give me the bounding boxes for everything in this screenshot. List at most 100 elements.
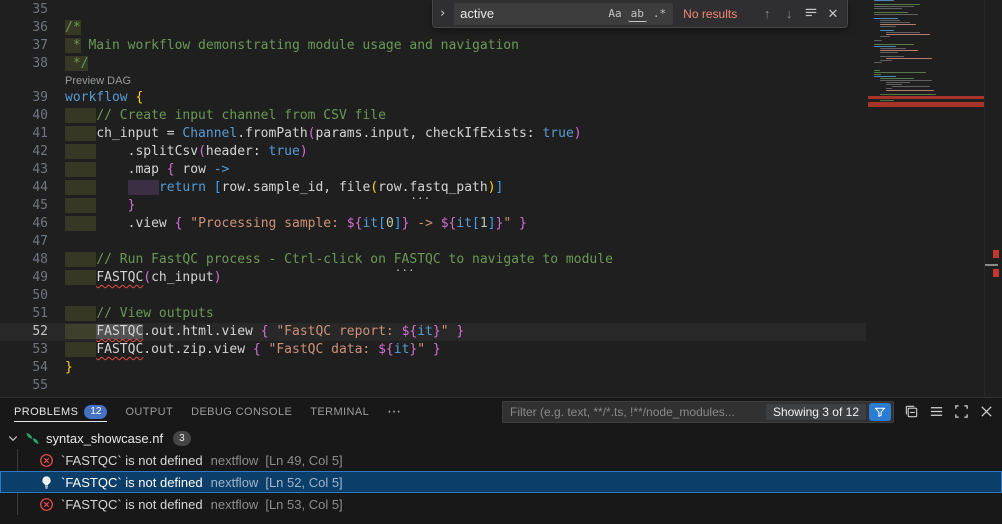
- minimap-error-line: [868, 102, 984, 107]
- code-line-50[interactable]: 50: [0, 287, 866, 305]
- line-number: 44: [0, 179, 48, 197]
- line-number: 50: [0, 287, 48, 305]
- panel-header: PROBLEMS12OUTPUTDEBUG CONSOLETERMINAL ⋯ …: [0, 398, 1002, 425]
- problem-message: `FASTQC` is not defined: [61, 475, 203, 490]
- code-line-51[interactable]: 51 // View outputs: [0, 305, 866, 323]
- minimap[interactable]: [868, 0, 984, 397]
- minimap-line: [880, 60, 892, 61]
- code-line-52[interactable]: 52 FASTQC.out.html.view { "FastQC report…: [0, 323, 866, 341]
- code-line-48[interactable]: 48 // Run FastQC process - Ctrl-click on…: [0, 251, 866, 269]
- code-line-39[interactable]: 39workflow {: [0, 89, 866, 107]
- lightbulb-icon: [39, 475, 54, 490]
- problems-tree: syntax_showcase.nf3`FASTQC` is not defin…: [0, 427, 1002, 515]
- code-text: ch_input = Channel.fromPath(params.input…: [65, 125, 582, 143]
- next-match-icon[interactable]: ↓: [781, 6, 797, 21]
- minimap-line: [886, 34, 930, 35]
- code-line-43[interactable]: 43 .map { row ->: [0, 161, 866, 179]
- minimap-line: [874, 40, 882, 41]
- find-results-status: No results: [683, 7, 753, 21]
- line-number: 36: [0, 19, 48, 37]
- minimap-error-line: [868, 96, 984, 99]
- problem-message: `FASTQC` is not defined: [61, 453, 203, 468]
- line-number: 48: [0, 251, 48, 269]
- line-number: 54: [0, 359, 48, 377]
- previous-match-icon[interactable]: ↑: [759, 6, 775, 21]
- code-text: .map { row ->: [65, 161, 229, 179]
- error-marker: [993, 250, 999, 258]
- find-input[interactable]: [460, 6, 602, 21]
- chevron-down-icon[interactable]: [7, 432, 19, 444]
- code-line-38[interactable]: 38 */: [0, 55, 866, 73]
- line-number: 43: [0, 161, 48, 179]
- code-text: .splitCsv(header: true): [65, 143, 308, 161]
- minimap-line: [874, 8, 902, 9]
- code-text: // View outputs: [65, 305, 214, 323]
- minimap-line: [892, 86, 930, 87]
- code-text: * Main workflow demonstrating module usa…: [65, 37, 519, 55]
- file-name: syntax_showcase.nf: [46, 431, 163, 446]
- tab-problems[interactable]: PROBLEMS12: [14, 398, 107, 425]
- close-panel-icon[interactable]: [978, 404, 994, 420]
- view-as-table-icon[interactable]: [928, 404, 944, 420]
- minimap-line: [886, 90, 934, 91]
- tab-output[interactable]: OUTPUT: [125, 398, 173, 425]
- problem-source: nextflow: [211, 475, 259, 490]
- problem-row[interactable]: `FASTQC` is not definednextflow[Ln 52, C…: [0, 471, 1002, 493]
- regex-icon[interactable]: .*: [650, 6, 669, 21]
- problem-location: [Ln 49, Col 5]: [265, 453, 342, 468]
- problem-message: `FASTQC` is not defined: [61, 497, 203, 512]
- line-number: 41: [0, 125, 48, 143]
- line-number: 49: [0, 269, 48, 287]
- close-find-icon[interactable]: ✕: [825, 6, 841, 22]
- problem-row[interactable]: `FASTQC` is not definednextflow[Ln 49, C…: [0, 449, 1002, 471]
- code-line-45[interactable]: 45 }: [0, 197, 866, 215]
- code-text: // Create input channel from CSV file: [65, 107, 386, 125]
- problems-filter-input[interactable]: [510, 405, 766, 419]
- minimap-line: [880, 36, 890, 37]
- code-text: */: [65, 55, 88, 73]
- code-text: FASTQC.out.zip.view { "FastQC data: ${it…: [65, 341, 441, 359]
- code-line-49[interactable]: 49 FASTQC(ch_input): [0, 269, 866, 287]
- minimap-line: [880, 52, 898, 53]
- code-line-44[interactable]: 44 return [row.sample_id, file(row.fastq…: [0, 179, 866, 197]
- code-line-47[interactable]: 47: [0, 233, 866, 251]
- tab-terminal[interactable]: TERMINAL: [310, 398, 369, 425]
- showing-count-label: Showing 3 of 12: [766, 404, 866, 420]
- code-line-54[interactable]: 54}: [0, 359, 866, 377]
- code-line-40[interactable]: 40 // Create input channel from CSV file: [0, 107, 866, 125]
- code-text: // Run FastQC process - Ctrl-click on FA…: [65, 251, 613, 269]
- more-actions-icon[interactable]: ⋯: [387, 403, 402, 420]
- vscode-window: 3536 /*37 * Main workflow demonstrating m…: [0, 0, 1002, 524]
- problem-source: nextflow: [211, 497, 259, 512]
- line-number: 55: [0, 377, 48, 395]
- error-marker: [993, 269, 999, 277]
- code-line-42[interactable]: 42 .splitCsv(header: true): [0, 143, 866, 161]
- whole-word-icon[interactable]: ab: [628, 6, 647, 22]
- code-line-53[interactable]: 53 FASTQC.out.zip.view { "FastQC data: $…: [0, 341, 866, 359]
- problems-file-row[interactable]: syntax_showcase.nf3: [0, 427, 1002, 449]
- line-number: 35: [0, 1, 48, 19]
- find-in-selection-icon[interactable]: [803, 5, 819, 22]
- code-text: /*: [65, 19, 81, 37]
- filter-funnel-icon[interactable]: [869, 403, 891, 421]
- error-icon: [39, 497, 54, 512]
- tab-debug-console[interactable]: DEBUG CONSOLE: [191, 398, 292, 425]
- line-number: 42: [0, 143, 48, 161]
- problems-count-badge: 12: [84, 405, 107, 419]
- problem-row[interactable]: `FASTQC` is not definednextflow[Ln 53, C…: [0, 493, 1002, 515]
- code-line-46[interactable]: 46 .view { "Processing sample: ${it[0]} …: [0, 215, 866, 233]
- line-number: 47: [0, 233, 48, 251]
- match-case-icon[interactable]: Aa: [605, 6, 624, 21]
- code-line-55[interactable]: 55: [0, 377, 866, 395]
- problems-filter-box: Showing 3 of 12: [502, 401, 894, 423]
- preview-dag-codelens[interactable]: Preview DAG: [65, 74, 131, 88]
- overview-ruler[interactable]: [984, 0, 1002, 397]
- find-widget: › Aa ab .* No results ↑ ↓ ✕: [432, 0, 848, 28]
- collapse-all-icon[interactable]: [903, 404, 919, 420]
- find-expand-chevron-icon[interactable]: ›: [437, 6, 448, 21]
- code-line-37[interactable]: 37 * Main workflow demonstrating module …: [0, 37, 866, 55]
- minimap-line: [874, 62, 882, 63]
- maximize-panel-icon[interactable]: [953, 404, 969, 420]
- code-area[interactable]: 3536 /*37 * Main workflow demonstrating m…: [0, 0, 866, 395]
- code-line-41[interactable]: 41 ch_input = Channel.fromPath(params.in…: [0, 125, 866, 143]
